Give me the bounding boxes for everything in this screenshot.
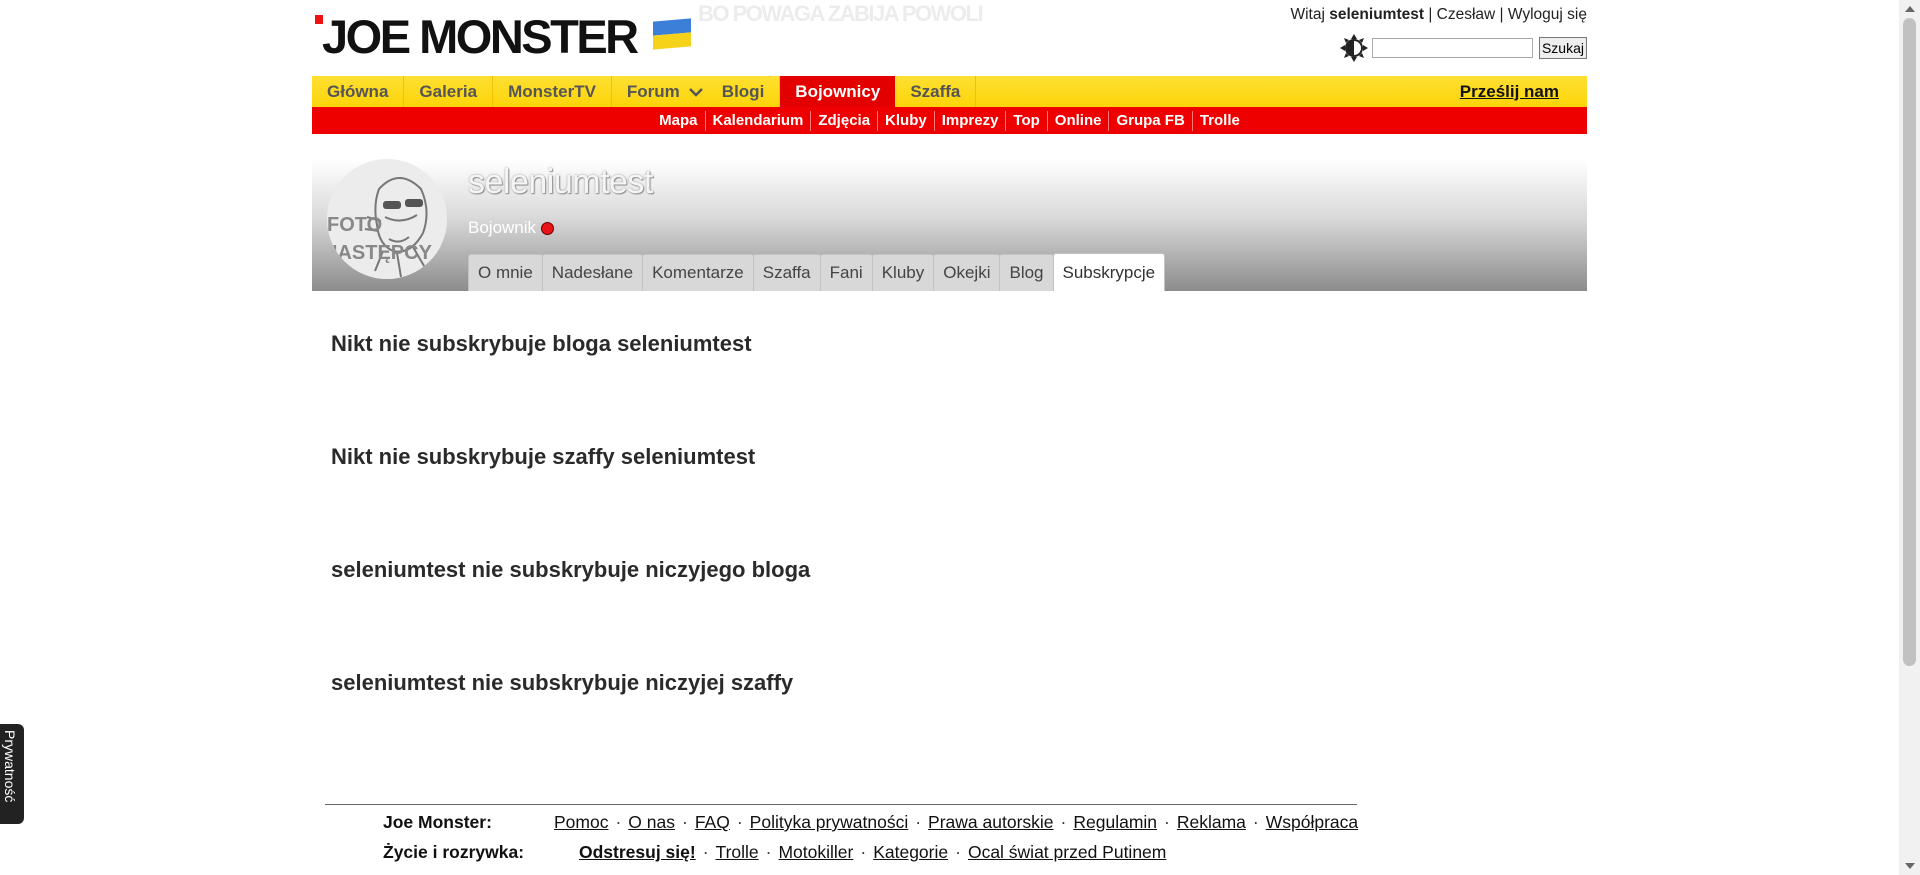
rank-label: Bojownik (468, 218, 537, 237)
subnav-item-kalendarium[interactable]: Kalendarium (706, 110, 812, 131)
footer-link-o-nas[interactable]: O nas (628, 812, 675, 833)
footer-link-kategorie[interactable]: Kategorie (873, 842, 948, 863)
tab-szaffa[interactable]: Szaffa (752, 254, 821, 291)
footer-link-ocal-swiat[interactable]: Ocal świat przed Putinem (968, 842, 1166, 863)
logout-link[interactable]: Wyloguj się (1508, 6, 1587, 23)
user-bar: Witaj seleniumtest | Czesław | Wyloguj s… (1290, 6, 1587, 23)
scroll-up-icon[interactable] (1905, 6, 1915, 12)
user-name-link[interactable]: Czesław (1437, 6, 1496, 23)
sub-nav: Mapa Kalendarium Zdjęcia Kluby Imprezy T… (312, 107, 1587, 134)
tab-subskrypcje[interactable]: Subskrypcje (1052, 253, 1166, 291)
szaffa-subscriptions-heading: seleniumtest nie subskrybuje niczyjej sz… (331, 670, 794, 695)
chevron-down-icon (688, 87, 703, 97)
profile-username: seleniumtest (468, 163, 653, 201)
tab-kluby[interactable]: Kluby (871, 254, 935, 291)
username-link[interactable]: seleniumtest (1329, 6, 1424, 23)
subnav-item-zdjecia[interactable]: Zdjęcia (811, 110, 879, 131)
logo-text: JOE MONSTER (322, 10, 639, 63)
search-button[interactable]: Szukaj (1538, 37, 1587, 59)
footer-row-joe-monster: Joe Monster: Pomoc · O nas · FAQ · Polityka… (383, 812, 1359, 833)
greeting-text: Witaj (1290, 6, 1325, 23)
nav-item-szaffa[interactable]: Szaffa (895, 76, 977, 107)
page-scrollbar[interactable] (1899, 0, 1920, 875)
tab-fani[interactable]: Fani (819, 254, 873, 291)
profile-rank: Bojownik (468, 218, 555, 238)
ukraine-flag-icon (653, 18, 691, 50)
nav-item-galeria[interactable]: Galeria (404, 76, 494, 107)
nav-item-forum[interactable]: Forum (612, 76, 695, 107)
profile-tabs: O mnie Nadesłane Komentarze Szaffa Fani … (468, 253, 1166, 291)
subnav-item-grupa-fb[interactable]: Grupa FB (1109, 110, 1193, 131)
tab-nadeslane[interactable]: Nadesłane (541, 254, 644, 291)
privacy-settings-tab[interactable]: Prywatność (0, 724, 24, 824)
submit-content-link[interactable]: Prześlij nam (1460, 76, 1559, 107)
avatar-placeholder-image: FOTO NASTĘPCY (327, 159, 447, 279)
avatar[interactable]: FOTO NASTĘPCY (327, 159, 447, 279)
site-slogan: BO POWAGA ZABIJA POWOLI (698, 1, 984, 26)
subnav-item-trolle[interactable]: Trolle (1193, 111, 1247, 131)
footer-link-odstresuj[interactable]: Odstresuj się! (579, 842, 696, 863)
offline-status-icon (541, 221, 555, 235)
nav-item-bojownicy[interactable]: Bojownicy (780, 76, 896, 107)
nav-item-glowna[interactable]: Główna (312, 76, 405, 107)
site-logo[interactable]: JOE MONSTER (312, 8, 712, 62)
subnav-item-online[interactable]: Online (1048, 110, 1110, 131)
search-bar: Szukaj (1339, 34, 1587, 62)
footer-row-zycie: Życie i rozrywka: Odstresuj się! · Trolle… (383, 842, 1167, 863)
footer-link-reklama[interactable]: Reklama (1177, 812, 1246, 833)
tab-komentarze[interactable]: Komentarze (642, 254, 754, 291)
footer-link-pomoc[interactable]: Pomoc (554, 812, 608, 833)
footer-label-zycie: Życie i rozrywka: (383, 842, 525, 862)
privacy-tab-label: Prywatność (2, 730, 18, 803)
main-nav: Główna Galeria MonsterTV Forum Blogi Boj… (312, 76, 1587, 107)
footer-link-wspolpraca[interactable]: Współpraca (1266, 812, 1358, 833)
footer-link-trolle[interactable]: Trolle (716, 842, 759, 863)
footer-divider (325, 804, 1357, 805)
footer-label-joe-monster: Joe Monster: (383, 812, 492, 832)
forum-dropdown[interactable] (685, 76, 707, 107)
footer-link-prawa[interactable]: Prawa autorskie (928, 812, 1053, 833)
footer-link-polityka[interactable]: Polityka prywatności (750, 812, 909, 833)
nav-item-blogi[interactable]: Blogi (707, 76, 781, 107)
blog-subscribers-heading: Nikt nie subskrybuje bloga seleniumtest (331, 331, 752, 356)
szaffa-subscribers-heading: Nikt nie subskrybuje szaffy seleniumtest (331, 444, 756, 469)
tab-o-mnie[interactable]: O mnie (468, 254, 543, 291)
tab-blog[interactable]: Blog (999, 254, 1054, 291)
nav-item-monstertv[interactable]: MonsterTV (493, 76, 612, 107)
search-input[interactable] (1371, 38, 1533, 58)
footer-link-regulamin[interactable]: Regulamin (1073, 812, 1157, 833)
scroll-down-icon[interactable] (1905, 863, 1915, 869)
blog-subscriptions-heading: seleniumtest nie subskrybuje niczyjego b… (331, 557, 811, 582)
theme-toggle-icon[interactable] (1339, 34, 1368, 62)
footer-link-faq[interactable]: FAQ (695, 812, 730, 833)
subnav-item-top[interactable]: Top (1006, 110, 1048, 131)
tab-okejki[interactable]: Okejki (933, 254, 1001, 291)
subnav-item-mapa[interactable]: Mapa (652, 110, 706, 131)
subnav-item-imprezy[interactable]: Imprezy (935, 110, 1007, 131)
avatar-text-top: FOTO (327, 214, 382, 236)
scrollbar-thumb[interactable] (1903, 18, 1916, 666)
footer-link-motokiller[interactable]: Motokiller (778, 842, 853, 863)
subnav-item-kluby[interactable]: Kluby (878, 110, 935, 131)
